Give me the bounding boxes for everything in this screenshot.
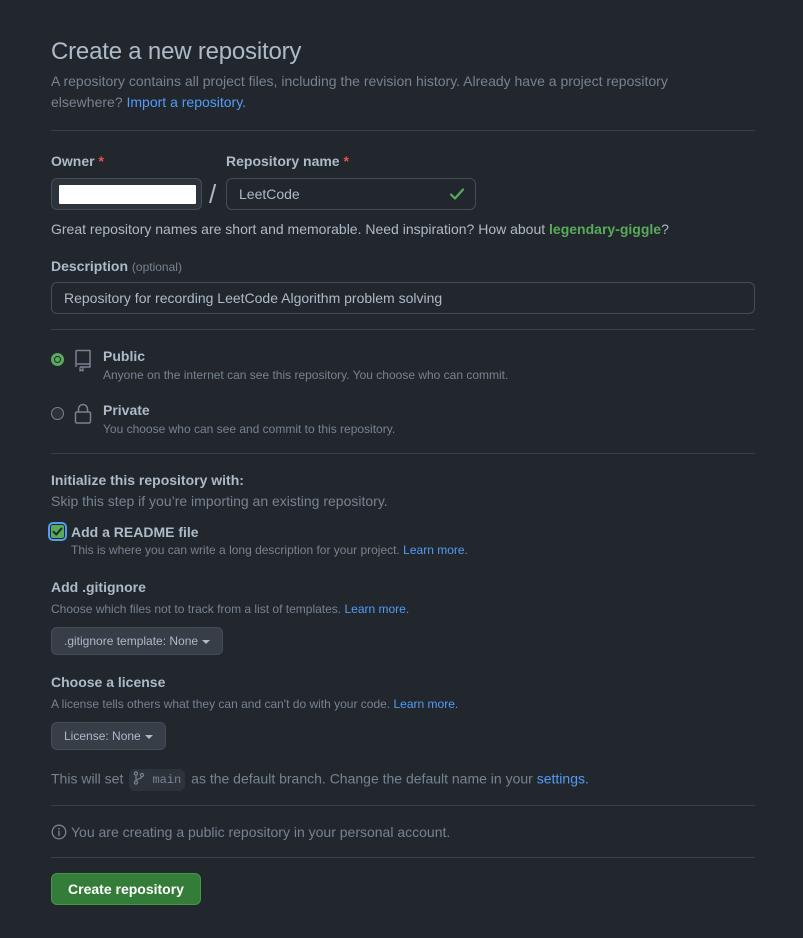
description-value: Repository for recording LeetCode Algori… (64, 290, 443, 306)
gitignore-description-text: Choose which files not to track from a l… (51, 602, 342, 616)
owner-select[interactable] (51, 178, 202, 210)
branch-name-chip: main (129, 769, 186, 791)
divider (51, 329, 755, 330)
optional-tag: (optional) (131, 260, 182, 274)
license-label: License: None (64, 729, 141, 743)
branch-text-after: as the default branch. Change the defaul… (191, 770, 533, 787)
hint-end: ? (661, 221, 669, 237)
caret-down-icon (144, 734, 153, 739)
owner-label-text: Owner (51, 153, 95, 169)
public-radio[interactable] (51, 353, 64, 366)
readme-checkbox[interactable] (48, 522, 67, 541)
repository-name-input[interactable]: LeetCode (226, 178, 476, 210)
info-text: You are creating a public repository in … (71, 824, 451, 840)
owner-label: Owner * (51, 153, 104, 169)
settings-link[interactable]: settings. (537, 771, 589, 787)
lock-icon (74, 403, 92, 424)
page-title: Create a new repository (51, 38, 302, 65)
license-description-text: A license tells others what they can and… (51, 697, 391, 711)
import-repository-link[interactable]: Import a repository. (127, 94, 247, 110)
license-dropdown[interactable]: License: None (51, 722, 166, 750)
owner-redacted (59, 185, 196, 204)
divider (51, 453, 755, 454)
private-title: Private (103, 402, 150, 418)
checkmark-icon (52, 527, 63, 536)
check-icon (449, 188, 465, 200)
owner-repo-separator: / (209, 179, 217, 209)
git-branch-icon (134, 771, 145, 785)
gitignore-description: Choose which files not to track from a l… (51, 602, 409, 616)
public-title: Public (103, 348, 146, 364)
visibility-info-notice: You are creating a public repository in … (51, 824, 450, 840)
visibility-private-option[interactable]: Private You choose who can see and commi… (51, 402, 755, 442)
readme-label[interactable]: Add a README file (71, 524, 199, 540)
page-subtitle: A repository contains all project files,… (51, 71, 731, 113)
public-description: Anyone on the internet can see this repo… (103, 368, 509, 382)
required-mark: * (98, 153, 104, 169)
initialize-subtitle: Skip this step if you’re importing an ex… (51, 493, 388, 509)
repo-icon (75, 349, 91, 372)
license-title: Choose a license (51, 674, 166, 690)
gitignore-template-label: .gitignore template: None (64, 634, 199, 648)
visibility-public-option[interactable]: Public Anyone on the internet can see th… (51, 348, 755, 388)
readme-description-text: This is where you can write a long descr… (71, 543, 400, 557)
divider (51, 805, 755, 806)
description-input[interactable]: Repository for recording LeetCode Algori… (51, 282, 755, 314)
repository-name-label-text: Repository name (226, 153, 340, 169)
readme-learn-more-link[interactable]: Learn more. (403, 543, 468, 557)
hint-text: Great repository names are short and mem… (51, 221, 546, 237)
default-branch-notice: This will set main as the default branch… (51, 769, 589, 791)
repository-name-value: LeetCode (239, 186, 300, 202)
required-mark: * (343, 153, 349, 169)
branch-name: main (152, 773, 182, 787)
caret-down-icon (202, 639, 211, 644)
info-icon (51, 824, 67, 840)
name-suggestion-link[interactable]: legendary-giggle (549, 221, 661, 237)
gitignore-learn-more-link[interactable]: Learn more. (344, 602, 409, 616)
repository-name-label: Repository name * (226, 153, 349, 169)
license-learn-more-link[interactable]: Learn more. (394, 697, 459, 711)
description-label: Description (optional) (51, 258, 182, 274)
divider (51, 857, 755, 858)
license-description: A license tells others what they can and… (51, 697, 458, 711)
gitignore-title: Add .gitignore (51, 579, 146, 595)
create-repository-button[interactable]: Create repository (51, 873, 201, 905)
initialize-title: Initialize this repository with: (51, 472, 244, 488)
gitignore-template-dropdown[interactable]: .gitignore template: None (51, 627, 224, 655)
private-radio[interactable] (51, 407, 64, 420)
description-label-text: Description (51, 258, 129, 274)
readme-description: This is where you can write a long descr… (71, 543, 468, 557)
divider (51, 130, 755, 131)
branch-text-before: This will set (51, 770, 124, 787)
repository-name-hint: Great repository names are short and mem… (51, 221, 669, 237)
private-description: You choose who can see and commit to thi… (103, 422, 396, 436)
